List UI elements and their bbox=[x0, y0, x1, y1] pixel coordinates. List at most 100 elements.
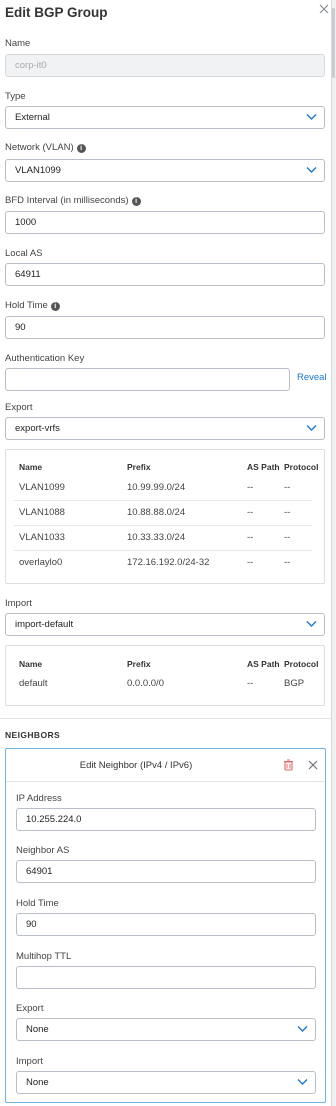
table-cell-prefix: 172.16.192.0/24-32 bbox=[127, 557, 210, 568]
column-header-name: Name bbox=[19, 462, 43, 472]
multihop-ttl-label: Multihop TTL bbox=[16, 951, 72, 962]
table-cell-as-path: -- bbox=[247, 482, 254, 493]
edit-bgp-group-panel: Edit BGP Group Name corp-it0 Type Extern… bbox=[0, 0, 332, 1106]
table-cell-protocol: -- bbox=[284, 482, 291, 493]
column-header-prefix: Prefix bbox=[127, 462, 151, 472]
neighbor-as-value: 64901 bbox=[26, 866, 53, 877]
table-cell-prefix: 10.33.33.0/24 bbox=[127, 532, 186, 543]
page-title: Edit BGP Group bbox=[5, 5, 108, 20]
table-cell-name: overlaylo0 bbox=[19, 557, 63, 568]
table-cell-protocol: -- bbox=[284, 557, 291, 568]
type-select[interactable]: External bbox=[5, 106, 325, 129]
bfd-value: 1000 bbox=[15, 217, 37, 228]
column-header-prefix: Prefix bbox=[127, 659, 151, 669]
neighbors-section-title: NEIGHBORS bbox=[5, 730, 61, 740]
table-cell-as-path: -- bbox=[247, 557, 254, 568]
hold-time-input[interactable]: 90 bbox=[5, 316, 325, 339]
type-value: External bbox=[15, 112, 50, 123]
neighbor-export-value: None bbox=[26, 1024, 49, 1035]
network-label-text: Network (VLAN) bbox=[5, 142, 74, 153]
hold-time-label-text: Hold Time bbox=[5, 300, 48, 311]
auth-key-label: Authentication Key bbox=[5, 353, 85, 364]
name-label: Name bbox=[5, 38, 31, 49]
auth-key-input[interactable] bbox=[5, 368, 290, 391]
neighbor-as-label: Neighbor AS bbox=[16, 845, 70, 856]
neighbor-card-header: Edit Neighbor (IPv4 / IPv6) bbox=[6, 749, 325, 782]
column-header-protocol: Protocol bbox=[284, 659, 319, 669]
network-select[interactable]: VLAN1099 bbox=[5, 159, 325, 182]
table-cell-prefix: 10.99.99.0/24 bbox=[127, 482, 186, 493]
type-label: Type bbox=[5, 91, 26, 102]
neighbor-as-input[interactable]: 64901 bbox=[16, 860, 316, 883]
info-icon[interactable]: i bbox=[50, 302, 60, 311]
row-divider bbox=[14, 500, 312, 501]
import-value: import-default bbox=[15, 619, 74, 630]
table-cell-as-path: -- bbox=[247, 507, 254, 518]
hold-time-label: Hold Time i bbox=[5, 300, 60, 311]
neighbor-import-label: Import bbox=[16, 1056, 43, 1067]
row-divider bbox=[14, 550, 312, 551]
name-value: corp-it0 bbox=[15, 60, 47, 71]
edit-neighbor-card: Edit Neighbor (IPv4 / IPv6) IP Address 1… bbox=[5, 748, 326, 1103]
column-header-name: Name bbox=[19, 659, 43, 669]
bfd-input[interactable]: 1000 bbox=[5, 211, 325, 234]
hold-time-value: 90 bbox=[15, 322, 26, 333]
ip-address-value: 10.255.224.0 bbox=[26, 814, 82, 825]
table-cell-name: VLAN1099 bbox=[19, 482, 65, 493]
table-cell-name: VLAN1088 bbox=[19, 507, 65, 518]
network-label: Network (VLAN) i bbox=[5, 142, 86, 153]
table-cell-name: default bbox=[19, 678, 48, 689]
multihop-ttl-input[interactable] bbox=[16, 966, 316, 989]
network-value: VLAN1099 bbox=[15, 165, 61, 176]
scrollbar-thumb[interactable] bbox=[332, 8, 335, 78]
table-cell-as-path: -- bbox=[247, 532, 254, 543]
column-header-protocol: Protocol bbox=[284, 462, 319, 472]
neighbor-export-select[interactable]: None bbox=[16, 1018, 316, 1041]
row-divider bbox=[14, 525, 312, 526]
column-header-as-path: AS Path bbox=[247, 659, 280, 669]
table-cell-as-path: -- bbox=[247, 678, 254, 689]
neighbor-hold-time-label: Hold Time bbox=[16, 898, 59, 909]
chevron-down-icon bbox=[297, 1079, 308, 1085]
table-cell-protocol: -- bbox=[284, 507, 291, 518]
scrollbar-track[interactable] bbox=[332, 0, 336, 1106]
chevron-down-icon bbox=[306, 114, 317, 120]
import-select[interactable]: import-default bbox=[5, 613, 325, 636]
chevron-down-icon bbox=[306, 425, 317, 431]
neighbor-import-select[interactable]: None bbox=[16, 1071, 316, 1094]
local-as-value: 64911 bbox=[15, 269, 41, 280]
section-divider bbox=[0, 718, 331, 719]
export-policy-table: Name Prefix AS Path Protocol VLAN1099 10… bbox=[5, 449, 325, 584]
export-label: Export bbox=[5, 402, 33, 413]
reveal-link[interactable]: Reveal bbox=[297, 372, 327, 383]
info-icon[interactable]: i bbox=[76, 144, 86, 153]
chevron-down-icon bbox=[306, 621, 317, 627]
table-cell-prefix: 10.88.88.0/24 bbox=[127, 507, 186, 518]
table-cell-prefix: 0.0.0.0/0 bbox=[127, 678, 164, 689]
bfd-label: BFD Interval (in milliseconds) i bbox=[5, 195, 141, 206]
bfd-label-text: BFD Interval (in milliseconds) bbox=[5, 195, 129, 206]
neighbor-card-title: Edit Neighbor (IPv4 / IPv6) bbox=[79, 760, 193, 771]
import-policy-table: Name Prefix AS Path Protocol default 0.0… bbox=[5, 645, 325, 706]
export-value: export-vrfs bbox=[15, 423, 60, 434]
table-cell-protocol: BGP bbox=[284, 678, 305, 689]
export-select[interactable]: export-vrfs bbox=[5, 417, 325, 440]
neighbor-export-label: Export bbox=[16, 1003, 44, 1014]
column-header-as-path: AS Path bbox=[247, 462, 280, 472]
local-as-input[interactable]: 64911 bbox=[5, 263, 325, 286]
close-icon[interactable] bbox=[307, 759, 319, 771]
info-icon[interactable]: i bbox=[131, 197, 141, 206]
neighbor-import-value: None bbox=[26, 1077, 49, 1088]
ip-address-input[interactable]: 10.255.224.0 bbox=[16, 808, 316, 831]
name-field: corp-it0 bbox=[5, 54, 325, 77]
chevron-down-icon bbox=[297, 1026, 308, 1032]
neighbor-hold-time-input[interactable]: 90 bbox=[16, 913, 316, 936]
trash-icon[interactable] bbox=[283, 759, 294, 771]
local-as-label: Local AS bbox=[5, 248, 43, 259]
close-icon[interactable] bbox=[317, 2, 331, 16]
table-cell-name: VLAN1033 bbox=[19, 532, 65, 543]
chevron-down-icon bbox=[306, 167, 317, 173]
neighbor-hold-time-value: 90 bbox=[26, 919, 37, 930]
table-cell-protocol: -- bbox=[284, 532, 291, 543]
ip-address-label: IP Address bbox=[16, 793, 62, 804]
